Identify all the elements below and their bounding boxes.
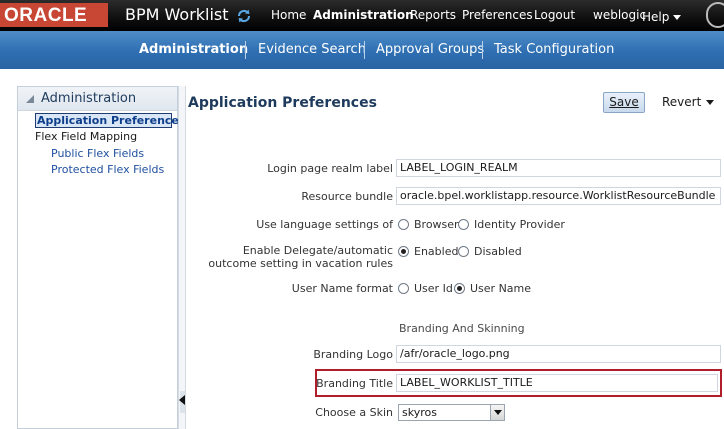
- radio-identity-provider[interactable]: Identity Provider: [458, 218, 565, 231]
- corner-decoration: [706, 2, 724, 28]
- nav-preferences[interactable]: Preferences: [462, 8, 533, 22]
- logo-text: ORACLE: [4, 5, 88, 26]
- resource-bundle-input[interactable]: oracle.bpel.worklistapp.resource.Worklis…: [396, 187, 721, 205]
- radio-selected-icon: [454, 283, 465, 294]
- sidebar-item-label: Application Preferences: [37, 114, 186, 127]
- radio-disabled[interactable]: Disabled: [458, 245, 522, 258]
- branding-section-label: Branding And Skinning: [399, 322, 525, 335]
- sidebar-title: Administration: [41, 91, 137, 106]
- delegate-setting-label: Enable Delegate/automatic outcome settin…: [208, 244, 393, 270]
- revert-menu[interactable]: Revert: [662, 95, 715, 109]
- radio-browser-label: Browser: [414, 218, 459, 231]
- branding-title-input[interactable]: LABEL_WORKLIST_TITLE: [396, 374, 718, 392]
- branding-title-label: Branding Title: [316, 377, 393, 390]
- login-realm-label: Login page realm label: [267, 162, 393, 175]
- section-nav: Administration Evidence Search Approval …: [0, 31, 724, 69]
- sidebar-item-public-flex-fields[interactable]: Public Flex Fields: [51, 147, 144, 160]
- radio-user-name-label: User Name: [470, 282, 532, 295]
- chevron-down-icon: [673, 15, 682, 20]
- tab-task-configuration[interactable]: Task Configuration: [494, 42, 614, 57]
- save-button[interactable]: Save: [603, 92, 645, 113]
- current-user: weblogic: [593, 8, 647, 22]
- collapse-triangle-icon[interactable]: [26, 95, 34, 103]
- tab-evidence-search[interactable]: Evidence Search: [258, 42, 366, 57]
- tab-separator: [482, 41, 483, 59]
- nav-home[interactable]: Home: [271, 8, 306, 22]
- login-realm-input[interactable]: LABEL_LOGIN_REALM: [396, 159, 721, 177]
- radio-circle-icon: [398, 283, 409, 294]
- refresh-icon[interactable]: [236, 8, 252, 24]
- top-bar: ORACLE BPM Worklist Home Administration …: [0, 0, 724, 31]
- chevron-down-icon[interactable]: [490, 405, 504, 420]
- sidebar-item-flex-field-mapping[interactable]: Flex Field Mapping: [35, 130, 137, 143]
- radio-circle-icon: [458, 246, 469, 257]
- radio-user-id[interactable]: User Id: [398, 282, 453, 295]
- branding-logo-label: Branding Logo: [313, 348, 393, 361]
- tab-separator: [364, 41, 365, 59]
- branding-logo-input[interactable]: /afr/oracle_logo.png: [396, 345, 721, 363]
- radio-disabled-label: Disabled: [474, 245, 522, 258]
- radio-circle-icon: [398, 219, 409, 230]
- nav-reports[interactable]: Reports: [410, 8, 456, 22]
- revert-label: Revert: [662, 95, 702, 109]
- panel-splitter[interactable]: [178, 86, 186, 429]
- help-menu[interactable]: Help: [642, 10, 682, 24]
- sidebar-item-application-preferences[interactable]: Application Preferences: [35, 113, 185, 128]
- collapse-left-arrow-icon[interactable]: [179, 395, 185, 405]
- radio-identity-provider-label: Identity Provider: [474, 218, 565, 231]
- admin-sidebar: Administration Application Preferences F…: [17, 86, 185, 429]
- sidebar-item-protected-flex-fields[interactable]: Protected Flex Fields: [51, 163, 164, 176]
- nav-logout[interactable]: Logout: [534, 8, 575, 22]
- radio-enabled-label: Enabled: [414, 245, 459, 258]
- skin-value: skyros: [402, 406, 437, 419]
- tab-separator: [245, 41, 246, 59]
- tab-administration[interactable]: Administration: [139, 42, 248, 57]
- radio-user-id-label: User Id: [414, 282, 453, 295]
- radio-circle-icon: [458, 219, 469, 230]
- help-label: Help: [642, 10, 670, 24]
- radio-selected-icon: [398, 246, 409, 257]
- nav-administration[interactable]: Administration: [313, 8, 414, 22]
- page-title: Application Preferences: [188, 95, 377, 111]
- oracle-logo: ORACLE: [0, 3, 108, 27]
- skin-label: Choose a Skin: [315, 406, 393, 419]
- skin-select[interactable]: skyros: [398, 404, 505, 421]
- sidebar-header: Administration: [18, 87, 177, 111]
- resource-bundle-label: Resource bundle: [301, 190, 393, 203]
- tab-approval-groups[interactable]: Approval Groups: [376, 42, 484, 57]
- username-format-label: User Name format: [291, 282, 393, 295]
- chevron-down-icon: [706, 100, 715, 105]
- language-settings-label: Use language settings of: [256, 218, 393, 231]
- radio-user-name[interactable]: User Name: [454, 282, 531, 295]
- radio-browser[interactable]: Browser: [398, 218, 459, 231]
- app-title: BPM Worklist: [125, 5, 229, 24]
- radio-enabled[interactable]: Enabled: [398, 245, 458, 258]
